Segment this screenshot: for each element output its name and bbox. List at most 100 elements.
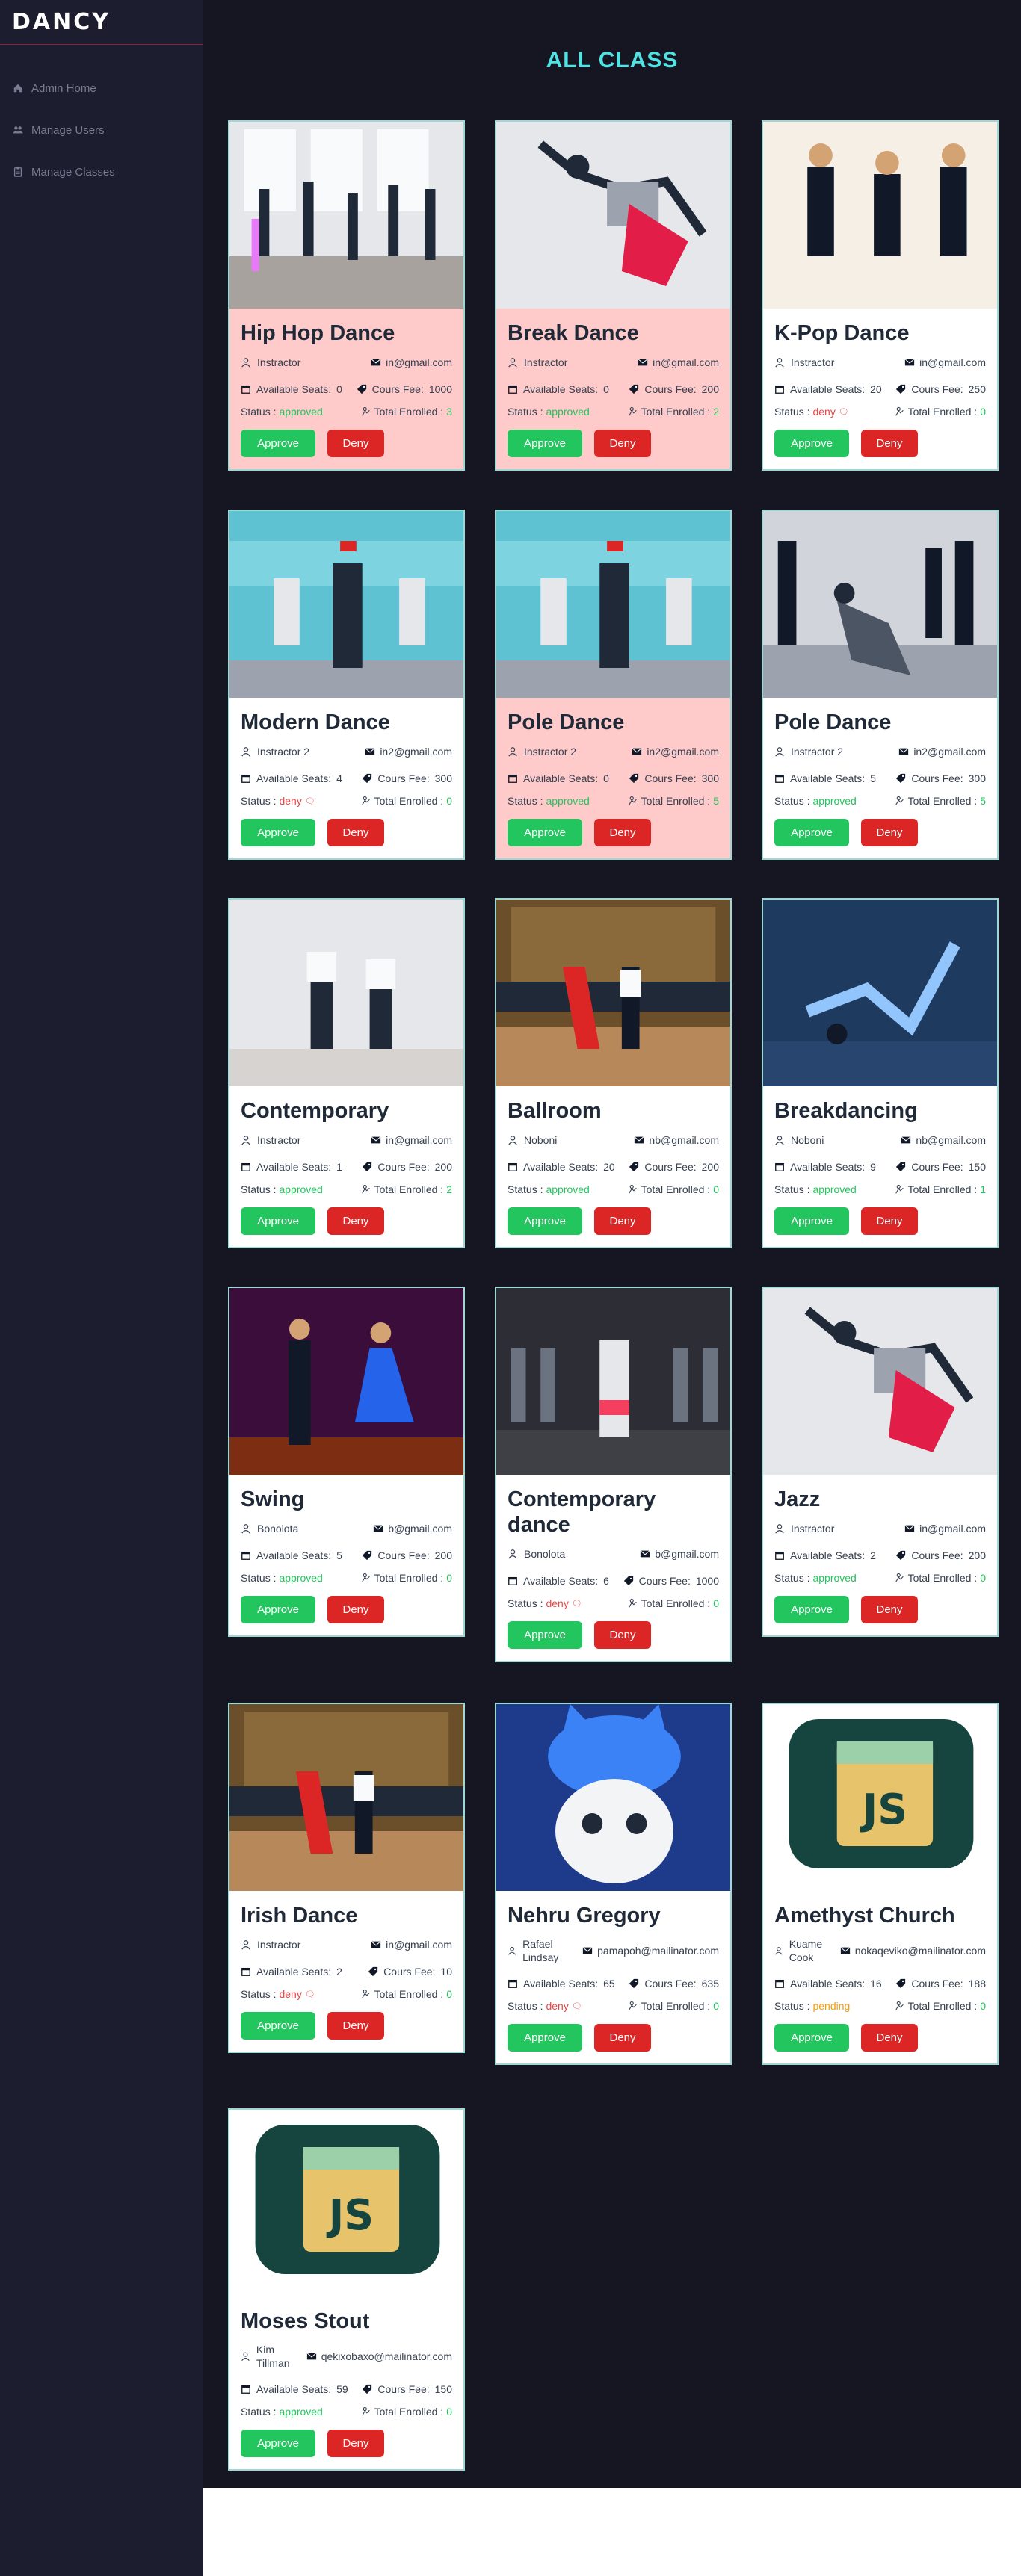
seats-value: 16 bbox=[870, 1978, 882, 1990]
clipboard-icon bbox=[12, 166, 24, 178]
enrolled-icon bbox=[361, 1573, 370, 1582]
sidebar-item-label: Admin Home bbox=[31, 81, 96, 95]
enrolled-icon bbox=[628, 796, 637, 805]
class-name: Break Dance bbox=[508, 321, 639, 345]
instructor-name: Instractor bbox=[257, 1134, 301, 1146]
approve-button[interactable]: Approve bbox=[241, 1207, 315, 1235]
enrolled-icon bbox=[895, 796, 904, 805]
available-seats: Available Seats: 1 bbox=[241, 1161, 342, 1173]
class-name: Irish Dance bbox=[241, 1904, 358, 1928]
enrolled-icon bbox=[361, 796, 370, 805]
sidebar-item-label: Manage Classes bbox=[31, 165, 115, 179]
status-label: Status : bbox=[508, 795, 543, 807]
class-card: K-Pop Dance Instractor in@gmail.com Avai… bbox=[762, 120, 999, 471]
calendar-icon bbox=[241, 774, 250, 783]
total-enrolled: Total Enrolled : 0 bbox=[361, 2406, 452, 2418]
deny-button[interactable]: Deny bbox=[327, 430, 384, 457]
class-card: Break Dance Instractor in@gmail.com Avai… bbox=[495, 120, 732, 471]
approve-button[interactable]: Approve bbox=[774, 430, 849, 457]
fee-label: Cours Fee: bbox=[911, 1161, 963, 1173]
calendar-icon bbox=[775, 774, 784, 783]
approve-button[interactable]: Approve bbox=[774, 1596, 849, 1623]
class-name: Amethyst Church bbox=[774, 1904, 955, 1928]
seats-value: 0 bbox=[603, 773, 609, 784]
calendar-icon bbox=[241, 1551, 250, 1560]
approve-button[interactable]: Approve bbox=[241, 819, 315, 846]
deny-button[interactable]: Deny bbox=[327, 2430, 384, 2457]
enrolled-label: Total Enrolled : bbox=[907, 795, 978, 807]
fee-value: 1000 bbox=[695, 1575, 719, 1587]
deny-button[interactable]: Deny bbox=[327, 1596, 384, 1623]
sidebar-item-admin-home[interactable]: Admin Home bbox=[0, 67, 203, 109]
deny-button[interactable]: Deny bbox=[861, 430, 918, 457]
approve-button[interactable]: Approve bbox=[241, 2012, 315, 2040]
approve-button[interactable]: Approve bbox=[508, 1207, 582, 1235]
mail-icon bbox=[365, 748, 375, 755]
brand-logo[interactable]: DANCY bbox=[0, 0, 203, 45]
approve-button[interactable]: Approve bbox=[508, 1621, 582, 1649]
enrolled-value: 0 bbox=[713, 1183, 719, 1195]
deny-button[interactable]: Deny bbox=[861, 819, 918, 846]
mail-icon bbox=[373, 1525, 383, 1532]
class-card: Pole Dance Instractor 2 in2@gmail.com Av… bbox=[762, 510, 999, 860]
fee-label: Cours Fee: bbox=[638, 1575, 691, 1587]
approve-button[interactable]: Approve bbox=[241, 1596, 315, 1623]
approve-button[interactable]: Approve bbox=[508, 2024, 582, 2052]
fee-label: Cours Fee: bbox=[644, 1161, 697, 1173]
deny-button[interactable]: Deny bbox=[861, 2024, 918, 2052]
tag-icon bbox=[629, 773, 639, 784]
home-icon bbox=[12, 82, 24, 94]
user-icon bbox=[508, 1136, 517, 1145]
deny-button[interactable]: Deny bbox=[594, 1207, 651, 1235]
approve-button[interactable]: Approve bbox=[774, 1207, 849, 1235]
calendar-icon bbox=[241, 1162, 250, 1171]
available-seats: Available Seats: 0 bbox=[508, 773, 609, 784]
user-icon bbox=[775, 358, 784, 368]
calendar-icon bbox=[775, 1162, 784, 1171]
deny-button[interactable]: Deny bbox=[327, 819, 384, 846]
approve-button[interactable]: Approve bbox=[774, 819, 849, 846]
seats-label: Available Seats: bbox=[256, 773, 332, 784]
deny-button[interactable]: Deny bbox=[594, 1621, 651, 1649]
approve-button[interactable]: Approve bbox=[241, 2430, 315, 2457]
comment-icon: 🗨 bbox=[571, 1599, 582, 1609]
deny-button[interactable]: Deny bbox=[327, 2012, 384, 2040]
enrolled-value: 5 bbox=[713, 795, 719, 807]
approve-button[interactable]: Approve bbox=[241, 430, 315, 457]
deny-button[interactable]: Deny bbox=[861, 1207, 918, 1235]
status-value: deny 🗨 bbox=[546, 1597, 582, 1609]
tag-icon bbox=[896, 1550, 906, 1561]
status-value: deny 🗨 bbox=[546, 2000, 582, 2012]
course-fee: Cours Fee: 188 bbox=[895, 1978, 986, 1990]
instructor-email: in@gmail.com bbox=[904, 1523, 986, 1535]
status-value: deny 🗨 bbox=[812, 406, 849, 418]
deny-button[interactable]: Deny bbox=[594, 2024, 651, 2052]
enrolled-value: 0 bbox=[980, 2000, 986, 2012]
class-name: Moses Stout bbox=[241, 2309, 370, 2333]
approve-button[interactable]: Approve bbox=[774, 2024, 849, 2052]
sidebar-item-manage-classes[interactable]: Manage Classes bbox=[0, 151, 203, 193]
deny-button[interactable]: Deny bbox=[594, 819, 651, 846]
deny-button[interactable]: Deny bbox=[327, 1207, 384, 1235]
instructor: Instractor 2 bbox=[508, 745, 576, 758]
enrolled-label: Total Enrolled : bbox=[641, 1597, 711, 1609]
seats-label: Available Seats: bbox=[790, 383, 866, 395]
approve-button[interactable]: Approve bbox=[508, 430, 582, 457]
course-fee: Cours Fee: 200 bbox=[362, 1161, 452, 1173]
status-value: approved bbox=[279, 1183, 323, 1195]
deny-button[interactable]: Deny bbox=[594, 430, 651, 457]
available-seats: Available Seats: 5 bbox=[241, 1549, 342, 1561]
status: Status : approved bbox=[774, 1572, 857, 1584]
total-enrolled: Total Enrolled : 2 bbox=[361, 1183, 452, 1195]
deny-button[interactable]: Deny bbox=[861, 1596, 918, 1623]
enrolled-label: Total Enrolled : bbox=[374, 1988, 444, 2000]
class-card: Pole Dance Instractor 2 in2@gmail.com Av… bbox=[495, 510, 732, 860]
sidebar-item-manage-users[interactable]: Manage Users bbox=[0, 109, 203, 151]
approve-button[interactable]: Approve bbox=[508, 819, 582, 846]
available-seats: Available Seats: 59 bbox=[241, 2383, 348, 2395]
seats-value: 9 bbox=[870, 1161, 876, 1173]
instructor: Instractor bbox=[774, 1522, 834, 1535]
enrolled-value: 0 bbox=[446, 2406, 452, 2418]
status: Status : approved bbox=[241, 1183, 323, 1195]
seats-label: Available Seats: bbox=[523, 1575, 599, 1587]
